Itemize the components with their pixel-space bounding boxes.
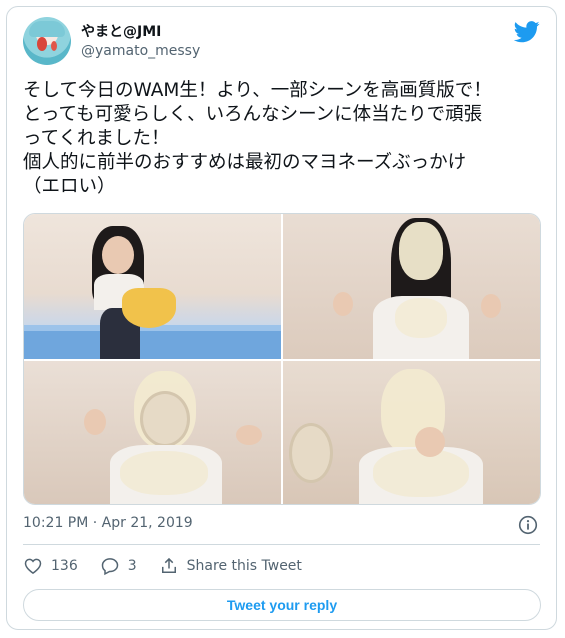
tweet-your-reply-button[interactable]: Tweet your reply [23,589,541,621]
divider [23,544,540,545]
avatar[interactable] [23,17,71,65]
tweet-text: そして今日のWAM生！より、一部シーンを高画質版で！ とっても可愛らしく、いろん… [23,80,492,197]
handle[interactable]: @yamato_messy [81,41,200,61]
action-bar: 136 3 Share this Tweet [23,553,324,579]
author-names[interactable]: やまと@JMI @yamato_messy [81,23,200,61]
photo-2[interactable] [283,214,540,359]
like-button[interactable]: 136 [23,556,78,576]
photo-1[interactable] [24,214,281,359]
share-label: Share this Tweet [186,558,302,574]
like-count: 136 [51,558,78,574]
tweet-card: やまと@JMI @yamato_messy そして今日のWAM生！より、一部シー… [6,6,557,630]
speech-bubble-icon [101,558,118,576]
heart-icon [24,558,42,574]
media-grid [23,213,541,505]
photo-3[interactable] [24,361,281,504]
reply-button[interactable]: 3 [100,556,137,576]
photo-4[interactable] [283,361,540,504]
twitter-bird-icon[interactable] [514,21,540,43]
display-name[interactable]: やまと@JMI [81,23,200,41]
tweet-timestamp[interactable]: 10:21 PM · Apr 21, 2019 [23,513,193,533]
reply-count: 3 [127,558,137,574]
info-icon[interactable] [518,515,538,535]
share-button[interactable]: Share this Tweet [159,556,302,576]
tweet-header: やまと@JMI @yamato_messy [23,17,540,65]
share-icon [161,557,176,573]
